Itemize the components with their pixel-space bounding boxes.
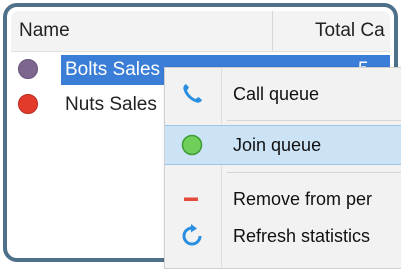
menu-item-call-queue[interactable]: Call queue — [165, 74, 401, 114]
menu-item-join-queue[interactable]: Join queue — [165, 125, 401, 165]
menu-item-label: Call queue — [233, 84, 320, 104]
queue-name: Bolts Sales — [65, 59, 161, 80]
column-header-name[interactable]: Name — [19, 11, 70, 51]
menu-item-refresh-statistics[interactable]: Refresh statistics — [165, 216, 401, 256]
queue-name: Nuts Sales — [65, 94, 157, 115]
menu-item-label: Remove from per — [233, 189, 373, 209]
status-dot-icon — [18, 59, 38, 79]
menu-separator — [227, 172, 401, 173]
column-header-total-calls[interactable]: Total Ca — [315, 11, 385, 51]
menu-separator — [227, 120, 401, 121]
green-circle-icon — [181, 134, 203, 156]
phone-icon — [183, 84, 202, 103]
table-header: Name Total Ca — [11, 11, 390, 52]
menu-item-label: Join queue — [233, 135, 322, 155]
status-dot-icon — [18, 94, 38, 114]
minus-icon — [184, 197, 198, 201]
context-menu: Call queue Join queue Remove from per Re… — [164, 67, 401, 269]
column-divider[interactable] — [272, 11, 273, 51]
menu-item-remove-from-per[interactable]: Remove from per — [165, 179, 401, 219]
refresh-icon — [182, 224, 202, 246]
menu-item-label: Refresh statistics — [233, 226, 371, 246]
